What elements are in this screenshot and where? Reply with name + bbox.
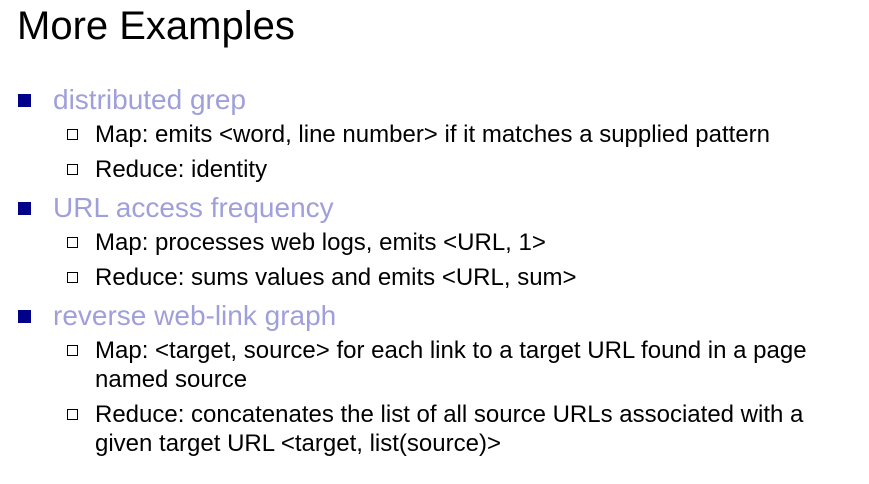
bullet-label: reverse web-link graph	[53, 300, 337, 331]
bullet-item-reverse-web-link-graph: reverse web-link graph	[18, 298, 863, 336]
sub-item: Map: emits <word, line number> if it mat…	[18, 120, 863, 149]
sub-item: Map: <target, source> for each link to a…	[18, 336, 863, 394]
sub-item-text: Map: <target, source> for each link to a…	[95, 337, 807, 393]
sub-item: Map: processes web logs, emits <URL, 1>	[18, 228, 863, 257]
slide-title: More Examples	[17, 4, 295, 48]
checkbox-square-icon	[67, 129, 78, 140]
sub-item: Reduce: concatenates the list of all sou…	[18, 400, 863, 458]
bullet-item-distributed-grep: distributed grep	[18, 82, 863, 120]
sub-item-text: Reduce: concatenates the list of all sou…	[95, 401, 804, 457]
sub-item: Reduce: identity	[18, 155, 863, 184]
checkbox-square-icon	[67, 164, 78, 175]
sub-item-text: Reduce: sums values and emits <URL, sum>	[95, 264, 577, 291]
checkbox-square-icon	[67, 345, 78, 356]
sub-item-text: Map: processes web logs, emits <URL, 1>	[95, 229, 546, 256]
bullet-item-url-access-frequency: URL access frequency	[18, 190, 863, 228]
checkbox-square-icon	[67, 272, 78, 283]
checkbox-square-icon	[67, 409, 78, 420]
sub-item-text: Map: emits <word, line number> if it mat…	[95, 121, 770, 148]
bullet-square-icon	[18, 202, 31, 215]
checkbox-square-icon	[67, 237, 78, 248]
bullet-square-icon	[18, 310, 31, 323]
sub-item: Reduce: sums values and emits <URL, sum>	[18, 263, 863, 292]
bullet-label: distributed grep	[53, 84, 247, 115]
bullet-square-icon	[18, 94, 31, 107]
bullet-list: distributed grep Map: emits <word, line …	[18, 80, 863, 464]
sub-item-text: Reduce: identity	[95, 156, 268, 183]
bullet-label: URL access frequency	[53, 192, 334, 223]
